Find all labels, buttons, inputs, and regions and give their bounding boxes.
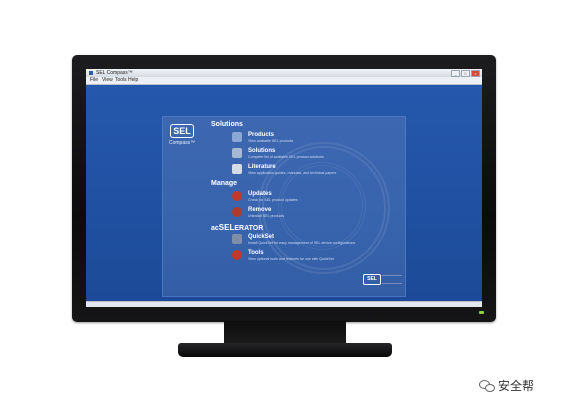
workspace: SEL Compass™ Solutions Products View ava… <box>86 85 482 301</box>
menu-bar: File View Tools Help <box>86 77 482 85</box>
item-literature[interactable]: Literature View application guides, manu… <box>232 164 392 178</box>
menu-help[interactable]: Help <box>128 77 138 84</box>
accel-main: SEL <box>218 223 235 232</box>
footer-sel-logo: SEL <box>363 274 381 285</box>
remove-icon <box>232 207 242 217</box>
item-tools-label: Tools <box>248 250 264 256</box>
screen: SEL Compass™ _ □ × File View Tools Help … <box>86 69 482 307</box>
item-updates-label: Updates <box>248 191 272 197</box>
watermark-badge: 安全帮 <box>479 377 534 394</box>
monitor-stand-neck <box>224 321 346 345</box>
section-accelerator: acSELERATOR <box>211 223 263 232</box>
compass-panel: SEL Compass™ Solutions Products View ava… <box>162 116 406 297</box>
monitor-stand-base <box>178 343 392 357</box>
item-updates-desc: Check for SEL product updates <box>248 198 298 202</box>
item-solutions-label: Solutions <box>248 148 276 154</box>
section-solutions: Solutions <box>211 121 243 128</box>
solutions-icon <box>232 148 242 158</box>
quickset-icon <box>232 234 242 244</box>
item-literature-label: Literature <box>248 164 276 170</box>
maximize-button[interactable]: □ <box>461 70 470 77</box>
menu-tools[interactable]: Tools <box>115 77 127 84</box>
item-remove-label: Remove <box>248 207 272 213</box>
item-products[interactable]: Products View available SEL products <box>232 132 392 146</box>
item-quickset-label: QuickSet <box>248 234 275 240</box>
item-quickset-desc: Install QuickSet for easy management of … <box>248 241 356 245</box>
item-tools[interactable]: Tools View optional tools and features f… <box>232 250 392 264</box>
power-led <box>479 311 484 314</box>
window-title: SEL Compass™ <box>96 70 133 76</box>
item-products-desc: View available SEL products <box>248 139 294 143</box>
item-solutions-desc: Complete list of available SEL product s… <box>248 155 324 159</box>
minimize-button[interactable]: _ <box>451 70 460 77</box>
accel-suffix: ERATOR <box>234 225 264 232</box>
item-products-label: Products <box>248 132 275 138</box>
tools-icon <box>232 250 242 260</box>
menu-view[interactable]: View <box>102 77 113 84</box>
item-solutions[interactable]: Solutions Complete list of available SEL… <box>232 148 392 162</box>
updates-icon <box>232 191 242 201</box>
item-quickset[interactable]: QuickSet Install QuickSet for easy manag… <box>232 234 392 248</box>
watermark-label: 安全帮 <box>498 379 535 393</box>
section-manage: Manage <box>211 180 238 187</box>
wechat-icon <box>479 379 495 392</box>
window-controls: _ □ × <box>451 70 480 77</box>
menu-file[interactable]: File <box>90 77 98 84</box>
footer-tagline <box>382 275 402 284</box>
item-tools-desc: View optional tools and features for use… <box>248 257 334 261</box>
item-remove-desc: Uninstall SEL products <box>248 214 285 218</box>
logo-subtitle: Compass™ <box>169 140 196 146</box>
item-updates[interactable]: Updates Check for SEL product updates <box>232 191 392 205</box>
accel-prefix: ac <box>211 225 219 232</box>
literature-icon <box>232 164 242 174</box>
item-remove[interactable]: Remove Uninstall SEL products <box>232 207 392 221</box>
sel-logo: SEL <box>170 124 194 138</box>
item-literature-desc: View application guides, manuals, and te… <box>248 171 337 175</box>
products-icon <box>232 132 242 142</box>
close-button[interactable]: × <box>471 70 480 77</box>
window-titlebar: SEL Compass™ _ □ × <box>86 69 482 77</box>
status-bar <box>86 301 482 307</box>
app-icon <box>89 71 93 75</box>
